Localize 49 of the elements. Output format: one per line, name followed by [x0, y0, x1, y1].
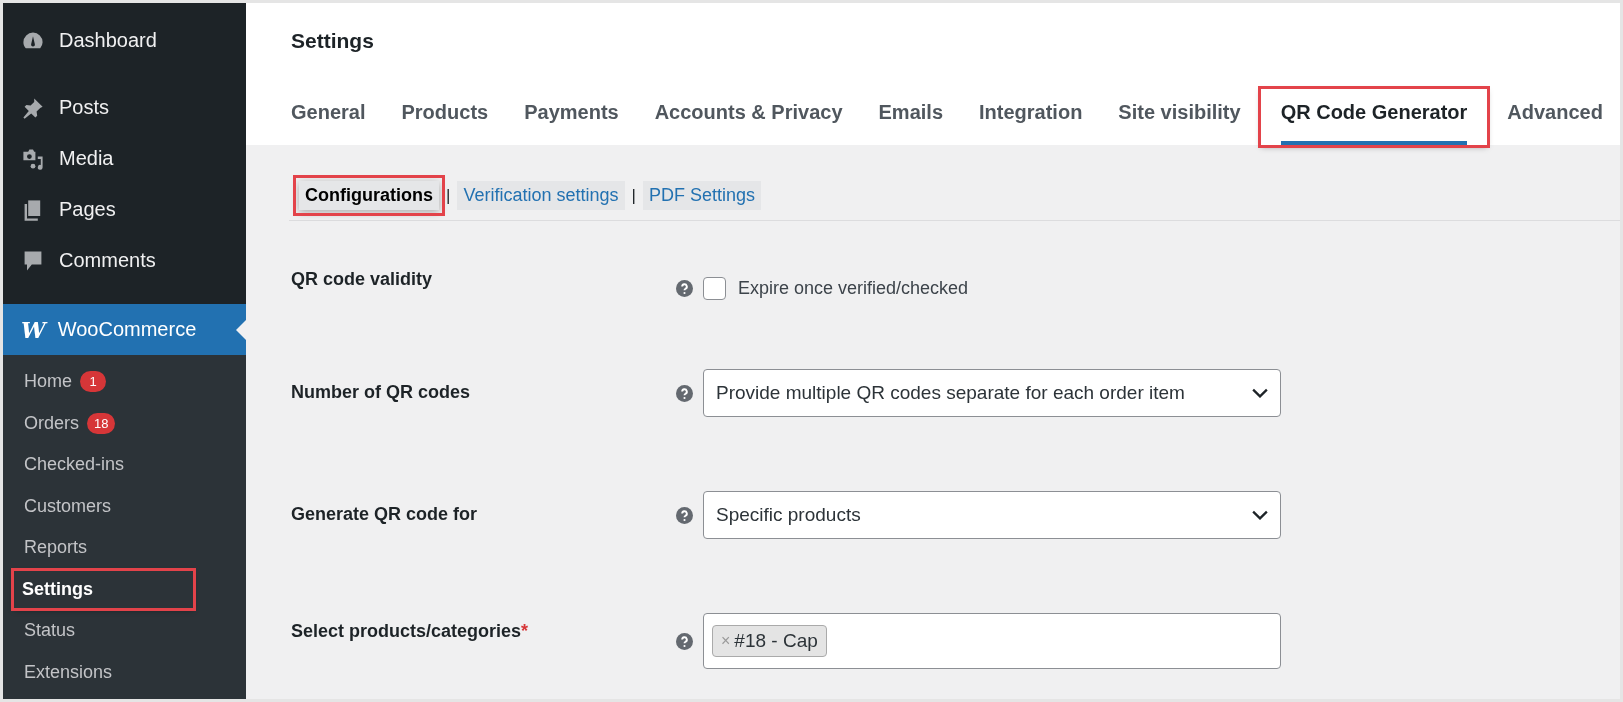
submenu-item[interactable]: Reports — [24, 533, 88, 563]
submenu-item[interactable]: Status — [24, 616, 76, 646]
field-label: Number of QR codes — [291, 381, 472, 404]
help-icon[interactable] — [676, 506, 693, 524]
menu-item[interactable]: Pages — [3, 184, 246, 235]
help-icon[interactable] — [676, 279, 693, 297]
checkbox-label: Expire once verified/checked — [738, 277, 969, 299]
submenu-item[interactable]: Extensions — [24, 657, 113, 687]
separator-text: | — [446, 185, 451, 206]
field-label: Generate QR code for — [291, 503, 479, 526]
menu-item[interactable]: Dashboard — [3, 15, 246, 66]
tab[interactable]: Advanced — [1507, 101, 1603, 145]
tab[interactable]: Emails — [878, 101, 943, 145]
submenu-item[interactable]: Orders — [24, 408, 79, 438]
chevron-down-icon — [1252, 388, 1268, 398]
select-field[interactable]: Specific products — [703, 491, 1281, 539]
count-badge: 1 — [80, 371, 106, 393]
menu-item[interactable]: Comments — [3, 235, 246, 286]
help-icon[interactable] — [676, 384, 693, 402]
chip-label: #18 - Cap — [734, 630, 818, 652]
sub-tab-link[interactable]: PDF Settings — [642, 181, 761, 210]
field-label: QR code validity — [291, 268, 434, 291]
active-menu-pointer — [236, 320, 246, 340]
submenu-item[interactable]: Checked-ins — [24, 450, 125, 480]
media-icon — [21, 146, 45, 171]
tab[interactable]: QR Code Generator — [1280, 101, 1468, 145]
separator-text: | — [631, 185, 636, 206]
tab[interactable]: Site visibility — [1118, 101, 1241, 145]
tab[interactable]: Integration — [979, 101, 1083, 145]
field-label: Select products/categories* — [291, 620, 530, 643]
woo-logo-icon: W — [21, 316, 46, 343]
tab[interactable]: Accounts & Privacy — [654, 101, 843, 145]
help-icon[interactable] — [676, 632, 693, 650]
sub-tab-link[interactable]: Verification settings — [457, 181, 625, 210]
select-field[interactable]: Provide multiple QR codes separate for each order item — [703, 369, 1281, 417]
checkbox[interactable] — [703, 276, 726, 300]
chevron-down-icon — [1252, 510, 1268, 520]
count-badge: 18 — [87, 412, 116, 434]
submenu-item[interactable]: Customers — [24, 491, 112, 521]
submenu-item[interactable]: Home — [24, 367, 72, 397]
menu-item[interactable]: Posts — [3, 82, 246, 133]
woocommerce-menu-item[interactable]: W WooCommerce — [3, 304, 246, 355]
tab[interactable]: General — [291, 101, 366, 145]
menu-item[interactable]: Media — [3, 133, 246, 184]
multiselect-field[interactable]: × #18 - Cap — [703, 613, 1281, 669]
tab[interactable]: Products — [401, 101, 489, 145]
page-title: Settings — [291, 29, 375, 53]
tab[interactable]: Payments — [524, 101, 619, 145]
submenu-item[interactable]: Settings — [14, 570, 193, 608]
